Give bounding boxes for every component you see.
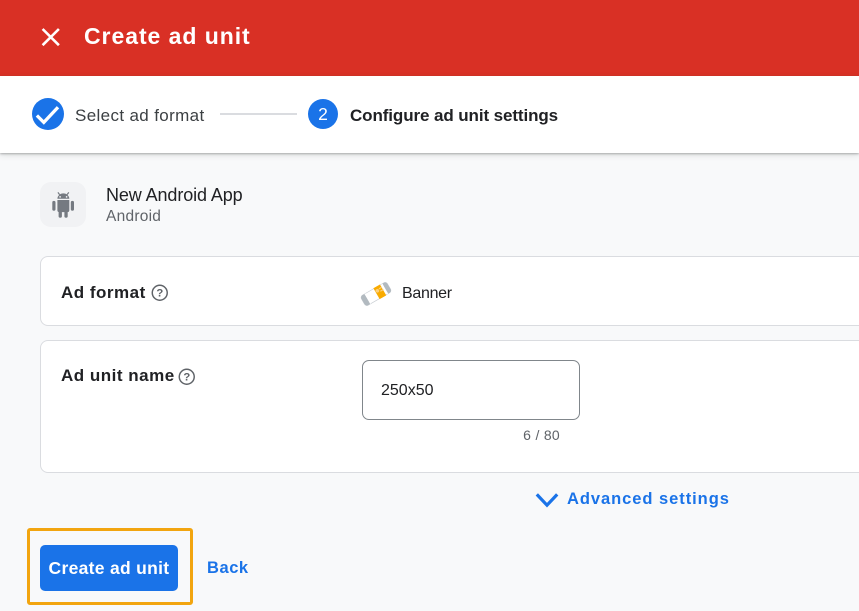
svg-text:?: ?	[157, 288, 164, 300]
svg-text:?: ?	[184, 372, 191, 384]
